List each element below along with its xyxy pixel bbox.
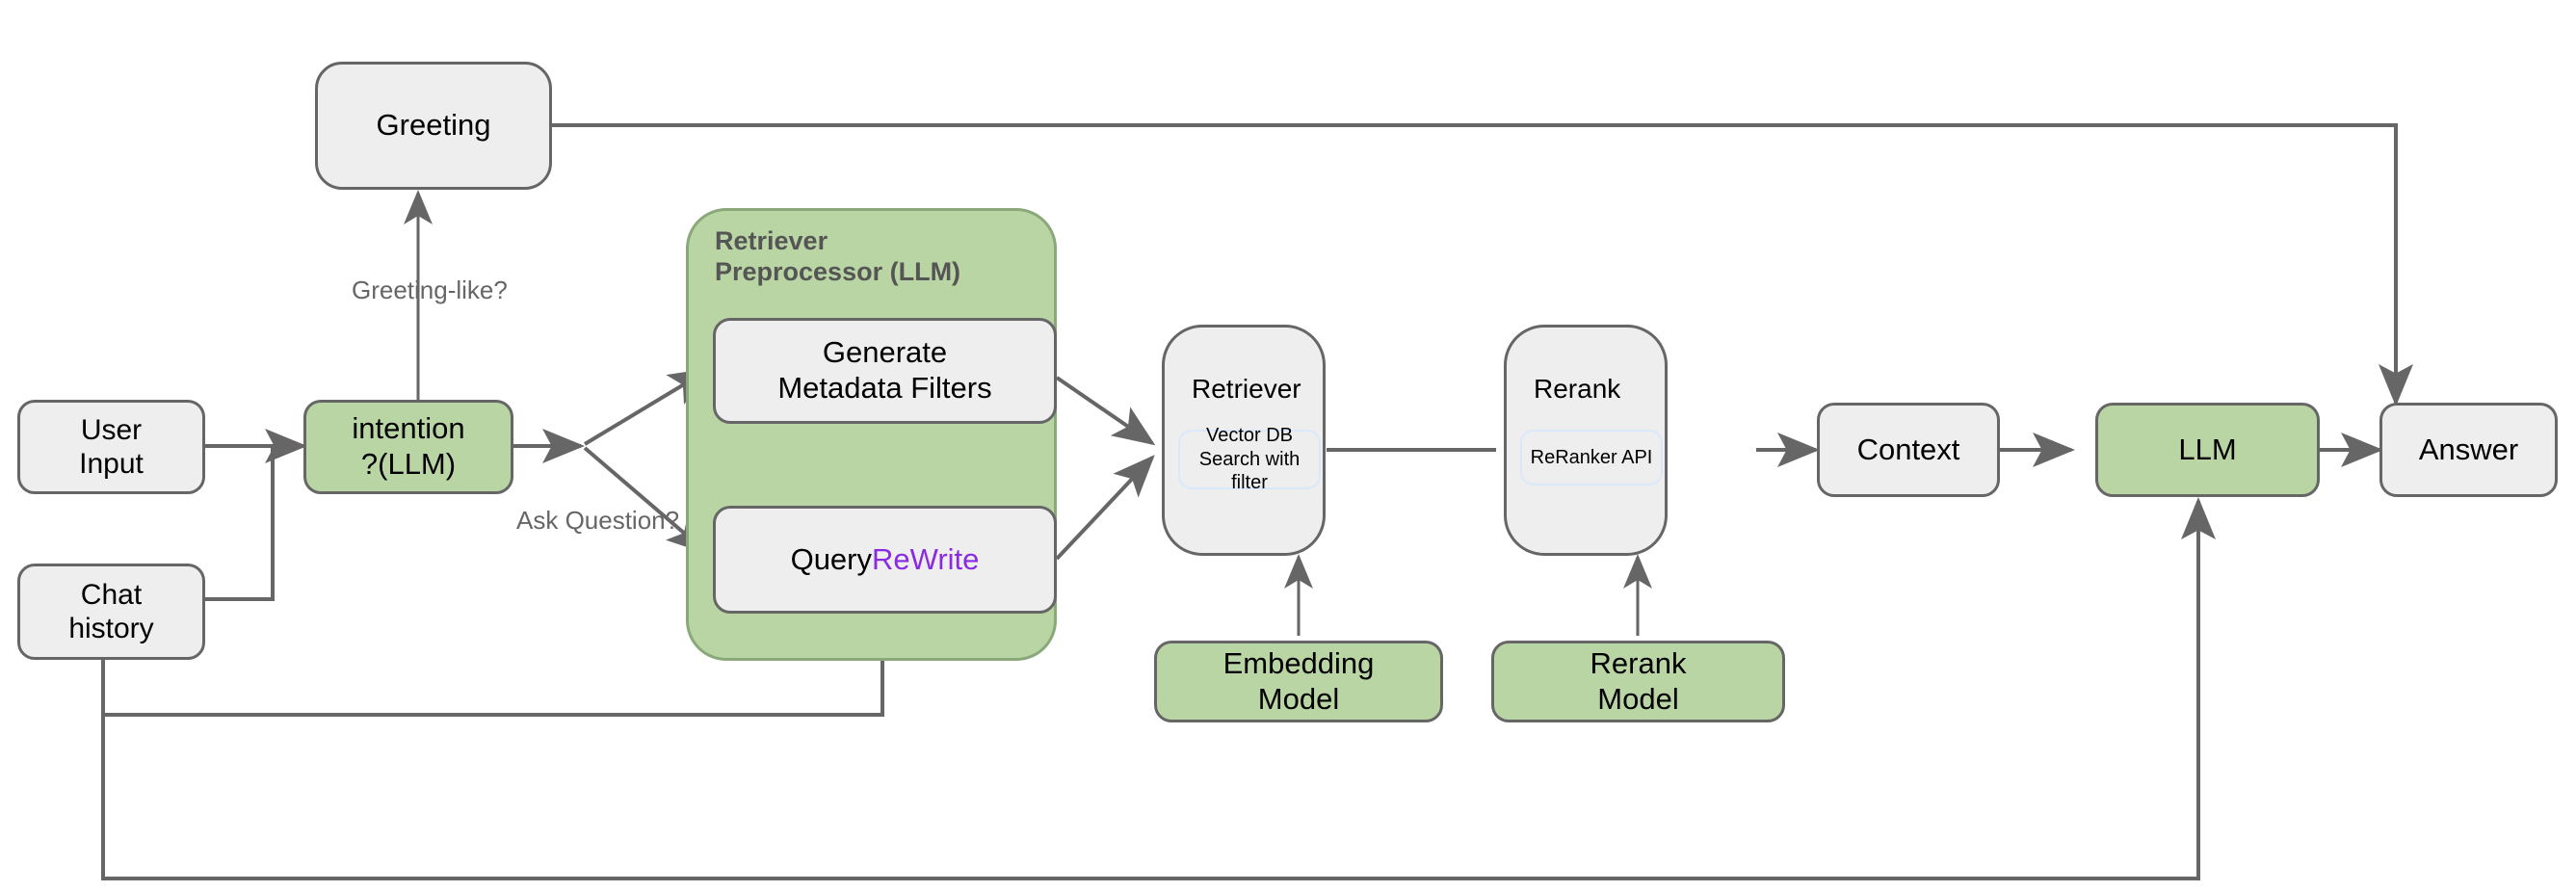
edge-generate-metadata-filters-to-retriever	[1055, 376, 1156, 446]
node-query-rewrite[interactable]: Query ReWrite	[713, 506, 1057, 614]
node-intention[interactable]: intention ?(LLM)	[303, 400, 513, 494]
edge-label-greeting-like: Greeting-like?	[352, 275, 508, 304]
edge-query-rewrite-to-retriever	[1055, 455, 1155, 561]
group-retriever-preprocessor-title: Retriever Preprocessor (LLM)	[715, 226, 961, 287]
edge-chat-history-to-llm	[101, 497, 2216, 880]
node-context[interactable]: Context	[1817, 403, 2000, 497]
node-chat-history[interactable]: Chat history	[17, 564, 205, 660]
node-user-input[interactable]: User Input	[17, 400, 205, 494]
node-rerank-label: Rerank	[1534, 374, 1621, 404]
node-greeting[interactable]: Greeting	[315, 62, 552, 190]
node-retriever-label: Retriever	[1192, 374, 1301, 404]
node-rerank-reranker-api[interactable]: ReRanker API	[1520, 430, 1663, 485]
node-rerank-model[interactable]: Rerank Model	[1491, 641, 1785, 722]
node-retriever-vector-db-search[interactable]: Vector DB Search with filter	[1178, 425, 1321, 493]
query-rewrite-prefix: Query	[790, 541, 872, 576]
node-answer[interactable]: Answer	[2379, 403, 2558, 497]
query-rewrite-accent: ReWrite	[872, 541, 980, 576]
node-embedding-model[interactable]: Embedding Model	[1154, 641, 1443, 722]
node-llm[interactable]: LLM	[2095, 403, 2320, 497]
flowchart-canvas: Retriever Preprocessor (LLM) Greeting Us…	[0, 0, 2576, 892]
node-generate-metadata-filters[interactable]: Generate Metadata Filters	[713, 318, 1057, 424]
edge-label-ask-question: Ask Question?	[516, 506, 680, 535]
